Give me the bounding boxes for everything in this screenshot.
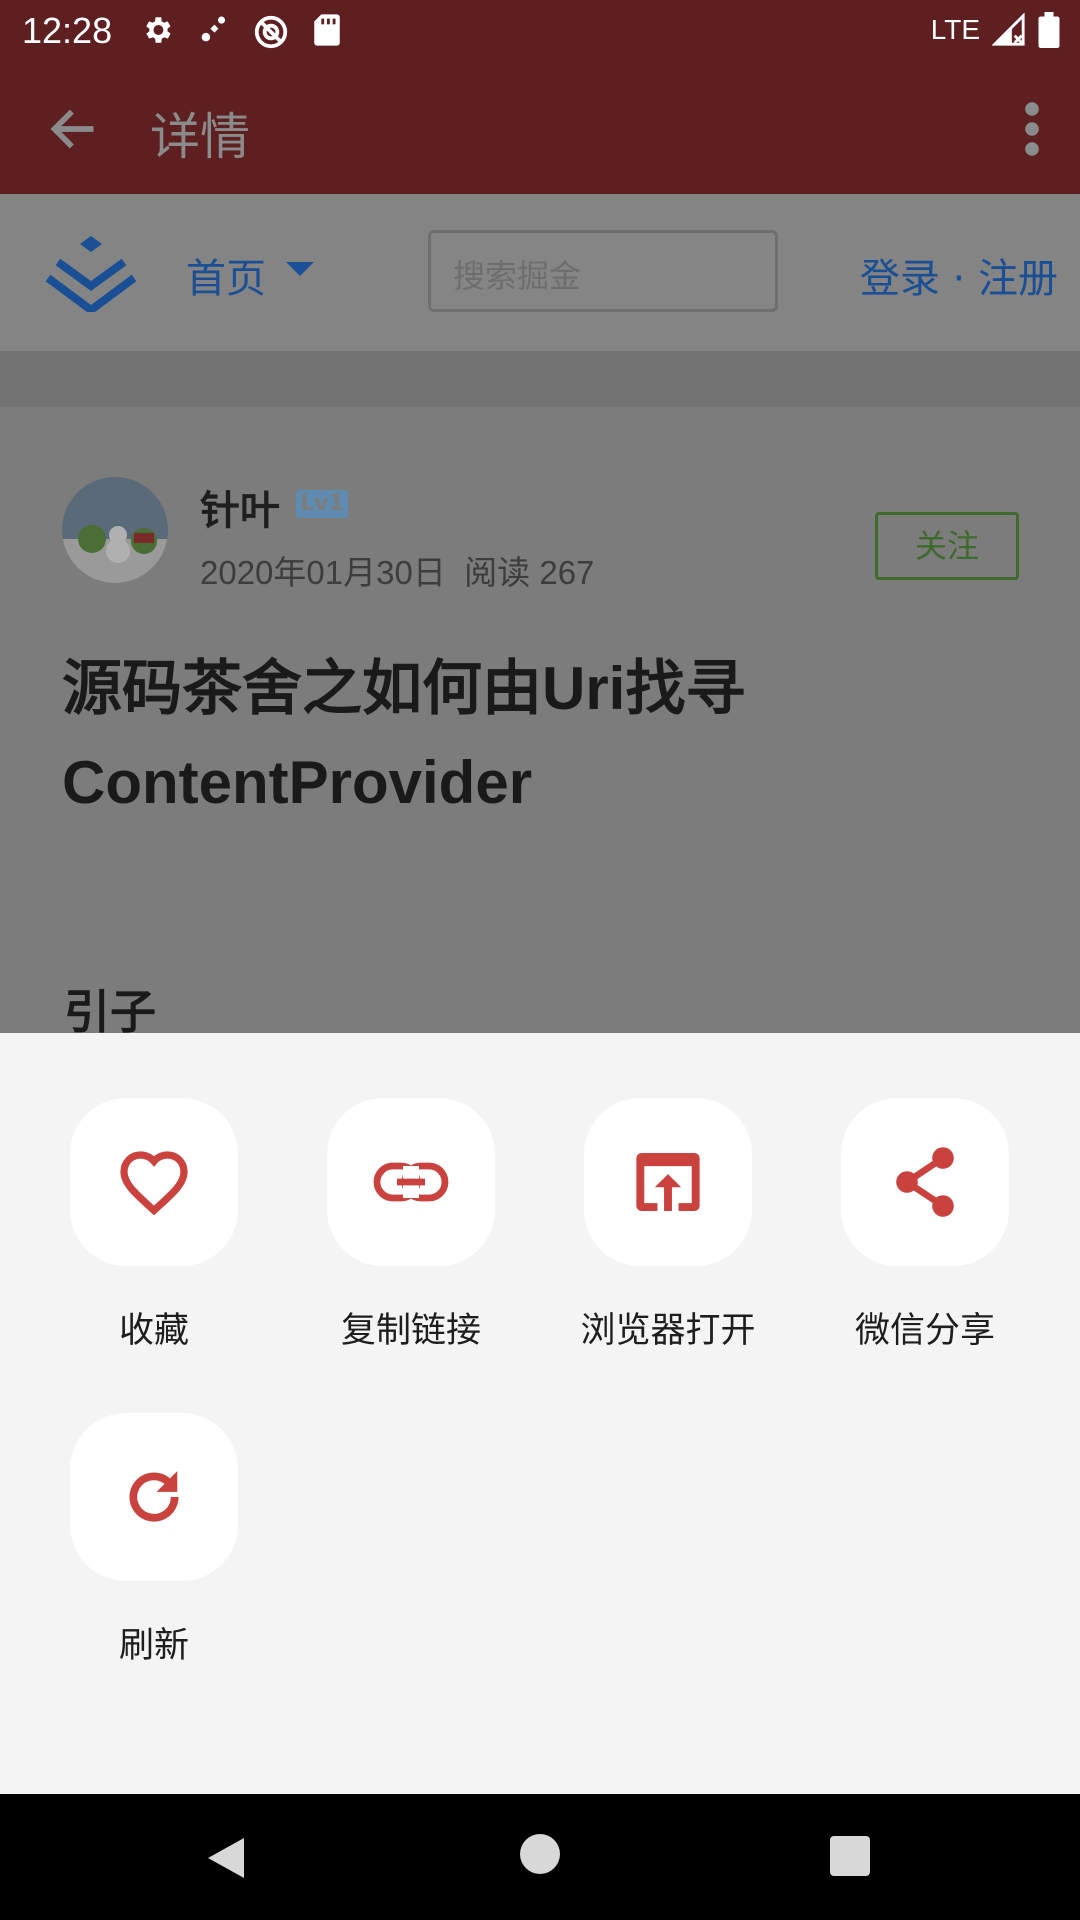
refresh-action[interactable]: 刷新 <box>44 1413 264 1668</box>
article-title: 源码茶舍之如何由Uri找寻ContentProvider <box>62 655 746 816</box>
login-register-link[interactable]: 登录 · 注册 <box>860 246 1058 304</box>
app-toolbar: 详情 <box>0 63 1080 194</box>
vpn-icon <box>254 15 288 49</box>
refresh-button[interactable] <box>70 1413 238 1581</box>
status-time: 12:28 <box>22 10 113 51</box>
more-vert-icon[interactable] <box>1022 101 1042 157</box>
article-meta: 2020年01月30日 阅读 267 <box>200 546 594 594</box>
avatar[interactable] <box>62 477 168 583</box>
system-nav-bar <box>0 1794 1080 1920</box>
article-webview: 首页 搜索掘金 登录 · 注册 针叶 Lv1 2020年01月30日 阅读 26… <box>0 194 1080 1033</box>
level-badge: Lv1 <box>296 490 348 518</box>
divider-band <box>0 351 1080 407</box>
nav-recents-icon[interactable] <box>830 1836 870 1876</box>
favorite-button[interactable] <box>70 1098 238 1266</box>
caret-down-icon[interactable] <box>286 262 314 276</box>
open-in-browser-icon <box>636 1153 700 1211</box>
home-dropdown[interactable]: 首页 <box>186 246 266 304</box>
nav-back-icon[interactable] <box>206 1836 246 1880</box>
sd-card-icon <box>314 14 340 46</box>
page-title: 详情 <box>150 108 250 166</box>
juejin-logo-icon[interactable] <box>44 232 138 312</box>
action-label: 浏览器打开 <box>580 1311 756 1351</box>
wechat-share-action[interactable]: 微信分享 <box>815 1098 1035 1353</box>
site-header: 首页 搜索掘金 登录 · 注册 <box>0 194 1080 351</box>
link-icon <box>373 1162 449 1202</box>
status-bar: 12:28 LTE <box>0 0 1080 63</box>
search-input[interactable]: 搜索掘金 <box>428 230 778 312</box>
refresh-icon <box>129 1471 179 1522</box>
follow-button[interactable]: 关注 <box>875 512 1019 580</box>
status-icons-right: LTE <box>931 12 1060 48</box>
copy-link-action[interactable]: 复制链接 <box>301 1098 521 1353</box>
heart-icon <box>120 1151 188 1215</box>
publish-date: 2020年01月30日 <box>200 554 446 591</box>
status-icons-left <box>140 13 342 51</box>
settings-icon <box>146 17 171 43</box>
action-label: 复制链接 <box>340 1311 481 1351</box>
read-count: 阅读 267 <box>464 554 595 591</box>
author-name[interactable]: 针叶 <box>200 478 280 536</box>
nav-home-icon[interactable] <box>520 1834 560 1874</box>
action-label: 刷新 <box>118 1626 189 1666</box>
action-label: 微信分享 <box>854 1311 995 1351</box>
share-icon <box>896 1147 954 1217</box>
section-heading: 引子 <box>64 985 156 1033</box>
wechat-share-button[interactable] <box>841 1098 1009 1266</box>
arrow-back-icon[interactable] <box>44 103 104 155</box>
open-browser-button[interactable] <box>584 1098 752 1266</box>
action-label: 收藏 <box>118 1311 189 1351</box>
network-type: LTE <box>930 14 980 45</box>
cell-signal-icon <box>992 13 1025 46</box>
open-browser-action[interactable]: 浏览器打开 <box>558 1098 778 1353</box>
battery-icon <box>1038 12 1060 48</box>
action-sheet: 收藏 复制链接 浏览器打开 微信分享 刷新 <box>0 1033 1080 1794</box>
signal-icon <box>201 16 226 42</box>
copy-link-button[interactable] <box>327 1098 495 1266</box>
favorite-action[interactable]: 收藏 <box>44 1098 264 1353</box>
